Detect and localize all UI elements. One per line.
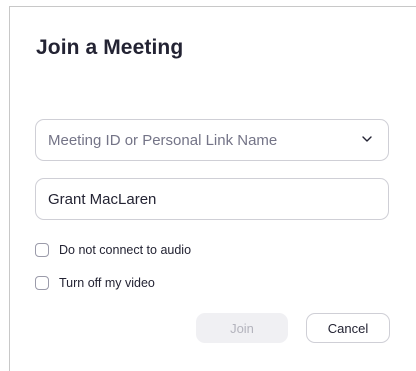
option-no-audio[interactable]: Do not connect to audio: [35, 243, 191, 257]
meeting-id-combobox[interactable]: [35, 119, 389, 161]
video-off-label: Turn off my video: [59, 276, 155, 290]
meeting-id-input[interactable]: [36, 120, 348, 160]
no-audio-checkbox[interactable]: [35, 243, 49, 257]
cancel-button[interactable]: Cancel: [306, 313, 390, 343]
dialog-title: Join a Meeting: [36, 36, 184, 59]
join-button[interactable]: Join: [196, 313, 288, 343]
option-video-off[interactable]: Turn off my video: [35, 276, 155, 290]
chevron-down-icon[interactable]: [360, 132, 374, 146]
video-off-checkbox[interactable]: [35, 276, 49, 290]
name-input[interactable]: [36, 179, 348, 219]
no-audio-label: Do not connect to audio: [59, 243, 192, 257]
join-meeting-dialog: Join a Meeting Do not connect to audio T…: [9, 6, 416, 371]
name-field[interactable]: [35, 178, 389, 220]
